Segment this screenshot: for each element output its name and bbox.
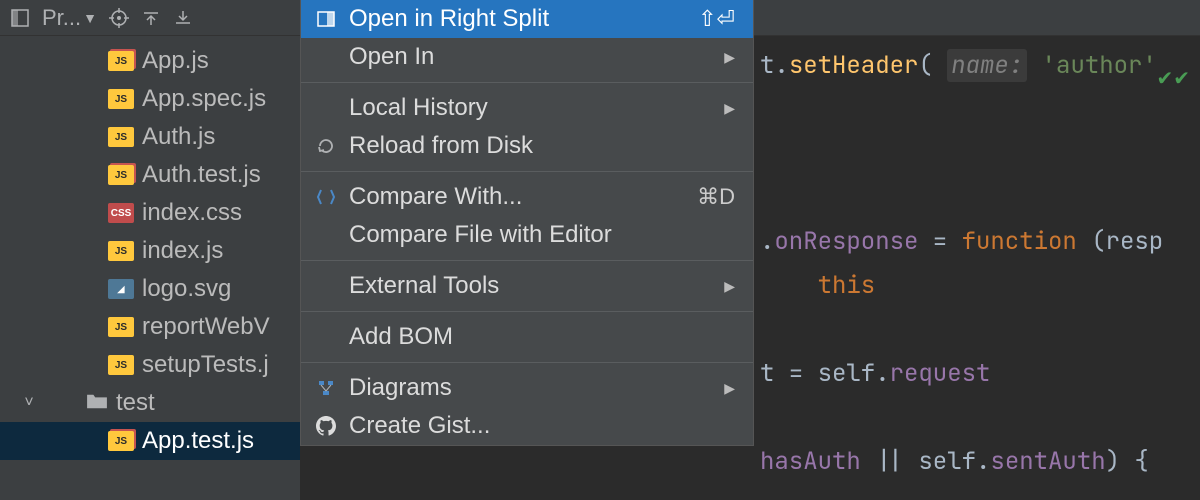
- submenu-arrow-icon: ▶: [724, 49, 735, 66]
- tree-file-item[interactable]: CSS index.css: [0, 194, 300, 232]
- js-file-icon: JS: [108, 51, 134, 71]
- split-right-icon: [313, 9, 339, 29]
- tree-file-item[interactable]: JS App.js: [0, 42, 300, 80]
- menu-item-external-tools[interactable]: External Tools ▶: [301, 267, 753, 305]
- diff-icon: [313, 187, 339, 207]
- submenu-arrow-icon: ▶: [724, 100, 735, 117]
- menu-separator: [301, 362, 753, 363]
- css-file-icon: CSS: [108, 203, 134, 223]
- menu-separator: [301, 260, 753, 261]
- project-label: Pr...: [42, 5, 81, 31]
- menu-item-label: Open In: [349, 43, 714, 71]
- menu-separator: [301, 82, 753, 83]
- menu-separator: [301, 311, 753, 312]
- tree-file-item[interactable]: JS setupTests.j: [0, 346, 300, 384]
- folder-label: test: [116, 389, 155, 417]
- menu-item-local-history[interactable]: Local History ▶: [301, 89, 753, 127]
- file-label: App.test.js: [142, 427, 254, 455]
- menu-item-label: Local History: [349, 94, 714, 122]
- tree-file-item[interactable]: JS Auth.js: [0, 118, 300, 156]
- menu-item-open-in-right-split[interactable]: Open in Right Split ⇧⏎: [301, 0, 753, 38]
- file-label: reportWebV: [142, 313, 270, 341]
- file-label: index.js: [142, 237, 223, 265]
- menu-item-open-in[interactable]: Open In ▶: [301, 38, 753, 76]
- menu-item-compare-with[interactable]: Compare With... ⌘D: [301, 178, 753, 216]
- inspection-ok-icon: ✔✔: [1156, 66, 1190, 91]
- file-label: logo.svg: [142, 275, 231, 303]
- menu-item-label: Add BOM: [349, 323, 735, 351]
- js-file-icon: JS: [108, 431, 134, 451]
- js-file-icon: JS: [108, 317, 134, 337]
- menu-item-label: Compare File with Editor: [349, 221, 735, 249]
- project-sidebar: JS App.js JS App.spec.js JS Auth.js JS Auth.tes…: [0, 0, 300, 500]
- expand-all-icon[interactable]: [169, 4, 197, 32]
- project-dropdown[interactable]: Pr...▼: [38, 3, 101, 33]
- parameter-hint: name:: [947, 49, 1027, 82]
- menu-item-label: Open in Right Split: [349, 5, 688, 33]
- submenu-arrow-icon: ▶: [724, 380, 735, 397]
- file-label: App.js: [142, 47, 209, 75]
- tree-file-item[interactable]: ◢ logo.svg: [0, 270, 300, 308]
- menu-item-create-gist[interactable]: Create Gist...: [301, 407, 753, 445]
- menu-item-add-bom[interactable]: Add BOM: [301, 318, 753, 356]
- string-literal: 'author': [1042, 50, 1157, 81]
- js-file-icon: JS: [108, 89, 134, 109]
- tree-file-item[interactable]: JS Auth.test.js: [0, 156, 300, 194]
- menu-shortcut: ⇧⏎: [698, 6, 735, 32]
- file-label: Auth.js: [142, 123, 215, 151]
- menu-item-label: Compare With...: [349, 183, 687, 211]
- menu-item-compare-file-with-editor[interactable]: Compare File with Editor: [301, 216, 753, 254]
- menu-item-label: Diagrams: [349, 374, 714, 402]
- js-file-icon: JS: [108, 241, 134, 261]
- menu-item-reload-from-disk[interactable]: Reload from Disk: [301, 127, 753, 165]
- menu-shortcut: ⌘D: [697, 184, 735, 210]
- project-tool-icon: [6, 4, 34, 32]
- chevron-down-icon: ˅: [22, 394, 36, 412]
- code-method: setHeader: [789, 50, 919, 81]
- folder-icon: [44, 389, 108, 417]
- tree-file-item[interactable]: JS reportWebV: [0, 308, 300, 346]
- github-icon: [313, 416, 339, 436]
- file-label: App.spec.js: [142, 85, 266, 113]
- context-menu: Open in Right Split⇧⏎Open In▶Local Histo…: [300, 0, 754, 446]
- submenu-arrow-icon: ▶: [724, 278, 735, 295]
- file-label: setupTests.j: [142, 351, 269, 379]
- js-file-icon: JS: [108, 165, 134, 185]
- diagram-icon: [313, 378, 339, 398]
- js-file-icon: JS: [108, 355, 134, 375]
- tree-file-item[interactable]: JS index.js: [0, 232, 300, 270]
- menu-item-label: Create Gist...: [349, 412, 735, 440]
- menu-separator: [301, 171, 753, 172]
- js-file-icon: JS: [108, 127, 134, 147]
- target-icon[interactable]: [105, 4, 133, 32]
- menu-item-diagrams[interactable]: Diagrams ▶: [301, 369, 753, 407]
- tree-file-item[interactable]: JS App.spec.js: [0, 80, 300, 118]
- svg-file-icon: ◢: [108, 279, 134, 299]
- reload-icon: [313, 136, 339, 156]
- menu-item-label: Reload from Disk: [349, 132, 735, 160]
- file-label: Auth.test.js: [142, 161, 261, 189]
- file-label: index.css: [142, 199, 242, 227]
- tree-folder-item[interactable]: ˅ test: [0, 384, 300, 422]
- collapse-all-icon[interactable]: [137, 4, 165, 32]
- tree-file-item-selected[interactable]: JS App.test.js: [0, 422, 300, 460]
- menu-item-label: External Tools: [349, 272, 714, 300]
